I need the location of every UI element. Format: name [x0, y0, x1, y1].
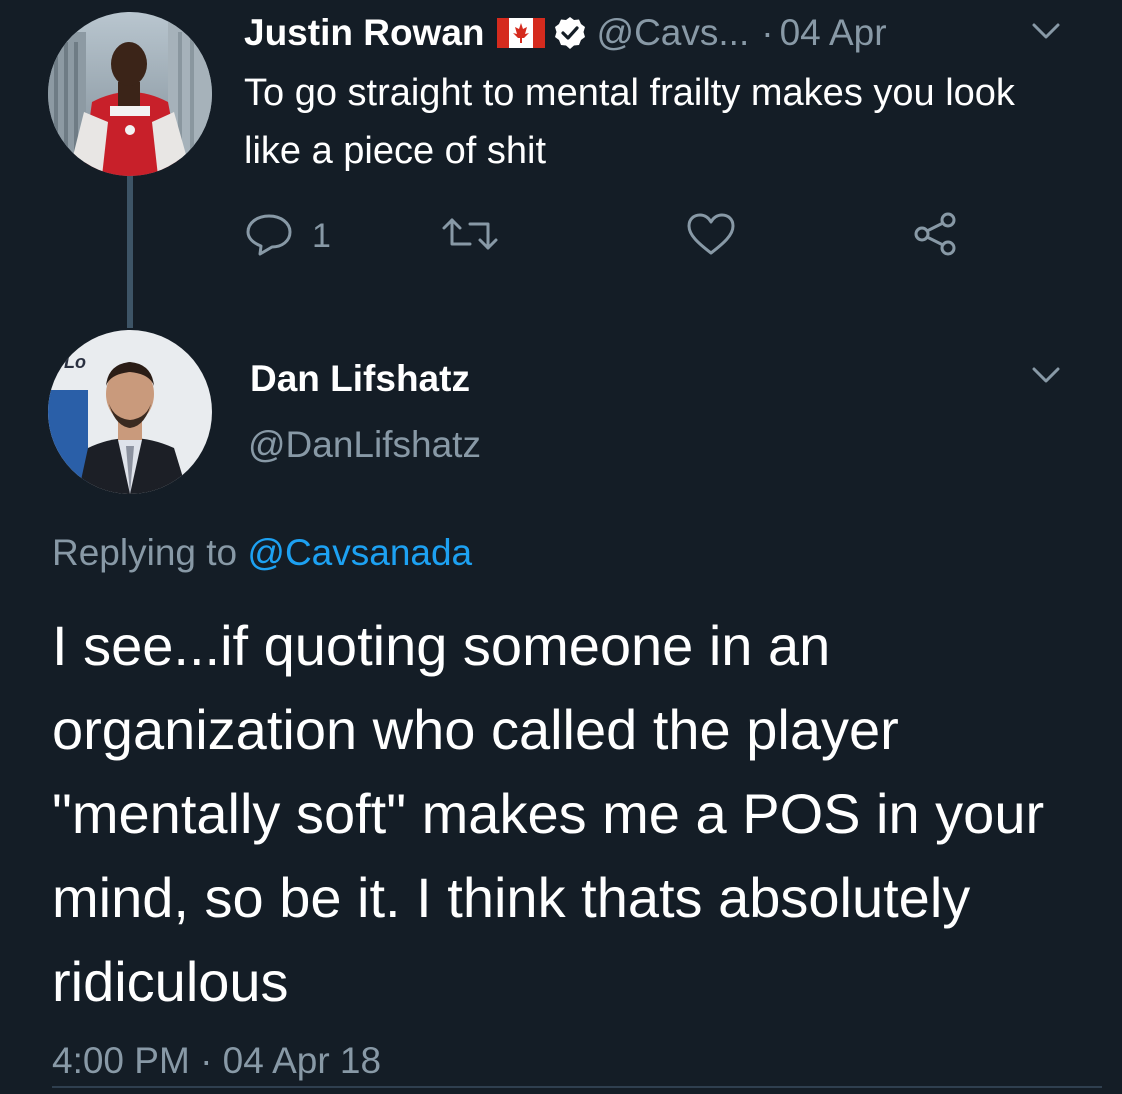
- divider: [52, 1086, 1102, 1088]
- retweet-icon: [440, 210, 500, 263]
- verified-badge-icon: [553, 16, 587, 50]
- share-button[interactable]: [910, 210, 960, 263]
- replying-to: Replying to @Cavsanada: [52, 532, 472, 574]
- chevron-down-icon[interactable]: [1028, 18, 1064, 44]
- avatar-justin-rowan[interactable]: [48, 12, 212, 176]
- header-separator: ·: [761, 12, 774, 53]
- main-author-handle[interactable]: @DanLifshatz: [248, 424, 481, 466]
- parent-author-name[interactable]: Justin Rowan: [244, 12, 485, 54]
- parent-tweet-date[interactable]: 04 Apr: [780, 12, 887, 54]
- share-icon: [910, 210, 960, 263]
- svg-text:Lo: Lo: [64, 352, 86, 372]
- svg-text:ck: ck: [52, 333, 75, 355]
- reply-icon: [244, 210, 294, 263]
- heart-icon: [684, 210, 738, 263]
- replying-prefix: Replying to: [52, 532, 238, 573]
- avatar-dan-lifshatz[interactable]: ck Lo: [48, 330, 212, 494]
- chevron-down-icon[interactable]: [1028, 362, 1064, 388]
- like-button[interactable]: [684, 210, 738, 263]
- reply-button[interactable]: 1: [244, 210, 331, 263]
- parent-author-handle[interactable]: @Cavs...: [597, 12, 750, 54]
- parent-tweet-header: Justin Rowan @Cavs... · 04 Apr: [244, 10, 887, 56]
- tweet-timestamp[interactable]: 4:00 PM · 04 Apr 18: [52, 1040, 381, 1082]
- main-author-name[interactable]: Dan Lifshatz: [250, 358, 470, 400]
- replying-mention-link[interactable]: @Cavsanada: [247, 532, 472, 573]
- parent-tweet-text: To go straight to mental frailty makes y…: [244, 72, 1015, 172]
- parent-tweet-actions: 1: [244, 210, 1004, 266]
- tweet-thread: Justin Rowan @Cavs... · 04 Apr To go str…: [0, 0, 1122, 1094]
- thread-connector-line: [127, 168, 133, 328]
- reply-count: 1: [312, 217, 331, 255]
- main-tweet-text: I see...if quoting someone in an organiz…: [52, 614, 1045, 1013]
- retweet-button[interactable]: [440, 210, 500, 263]
- canada-flag-icon: [496, 18, 545, 48]
